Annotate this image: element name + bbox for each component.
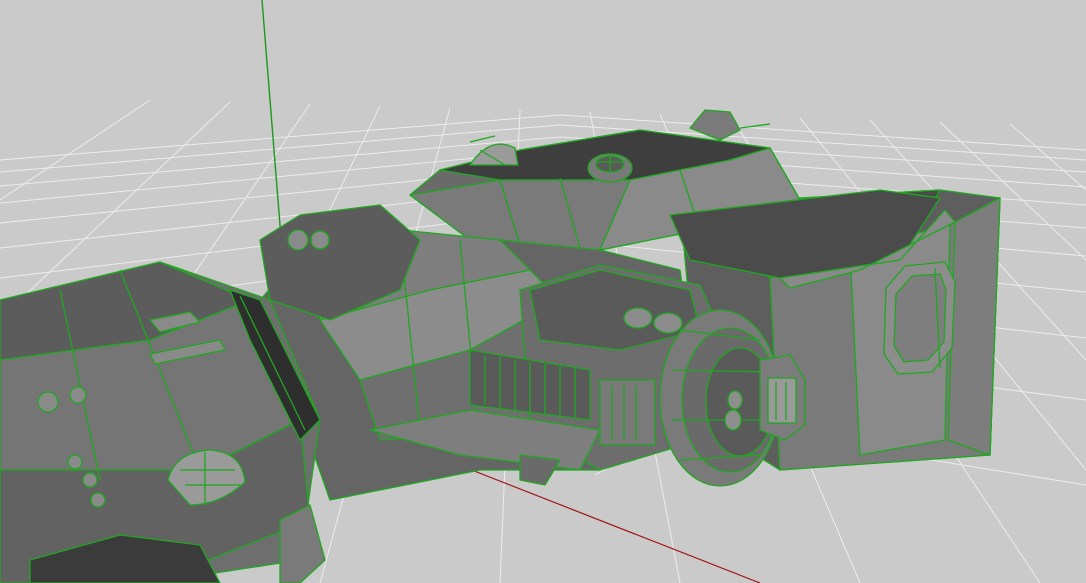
nose-section (0, 261, 321, 583)
nozzle-turret (759, 354, 806, 441)
viewport-canvas[interactable] (0, 0, 1086, 583)
3d-viewport[interactable] (0, 0, 1086, 583)
top-sensor-dish (587, 153, 633, 183)
